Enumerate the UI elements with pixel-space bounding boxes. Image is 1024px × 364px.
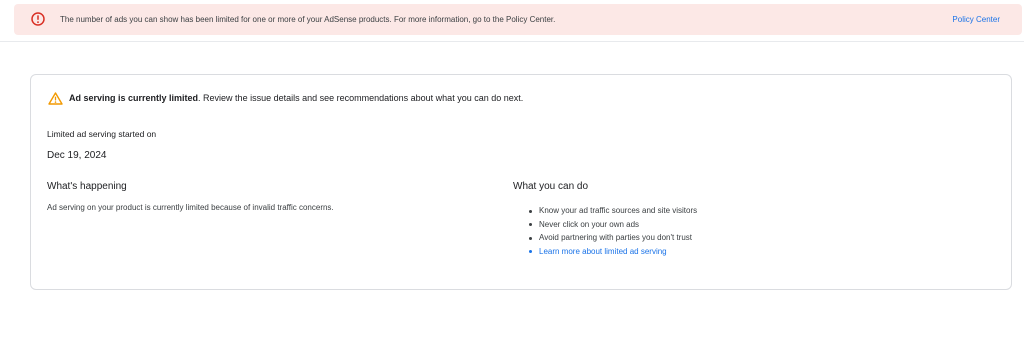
card-headline: Ad serving is currently limited. Review …: [69, 89, 523, 107]
headline-bold: Ad serving is currently limited: [69, 93, 199, 103]
banner-message: The number of ads you can show has been …: [60, 15, 556, 24]
error-circle-icon: [31, 12, 45, 26]
warning-triangle-icon: [48, 92, 63, 105]
started-date: Dec 19, 2024: [47, 150, 107, 161]
learn-more-item: Learn more about limited ad serving: [528, 245, 697, 259]
recommendations-list: Know your ad traffic sources and site vi…: [528, 204, 697, 258]
ad-serving-limited-card: Ad serving is currently limited. Review …: [30, 74, 1012, 290]
started-label: Limited ad serving started on: [47, 129, 157, 139]
whats-happening-title: What's happening: [47, 181, 127, 192]
learn-more-link[interactable]: Learn more about limited ad serving: [539, 247, 667, 256]
list-item: Know your ad traffic sources and site vi…: [528, 204, 697, 218]
what-you-can-do-title: What you can do: [513, 181, 589, 192]
headline-rest: . Review the issue details and see recom…: [198, 93, 524, 103]
list-item: Never click on your own ads: [528, 218, 697, 232]
list-item: Avoid partnering with parties you don't …: [528, 231, 697, 245]
header-divider: [0, 41, 1024, 42]
policy-center-link[interactable]: Policy Center: [952, 4, 1000, 35]
policy-alert-banner: The number of ads you can show has been …: [14, 4, 1022, 35]
whats-happening-text: Ad serving on your product is currently …: [47, 203, 334, 212]
